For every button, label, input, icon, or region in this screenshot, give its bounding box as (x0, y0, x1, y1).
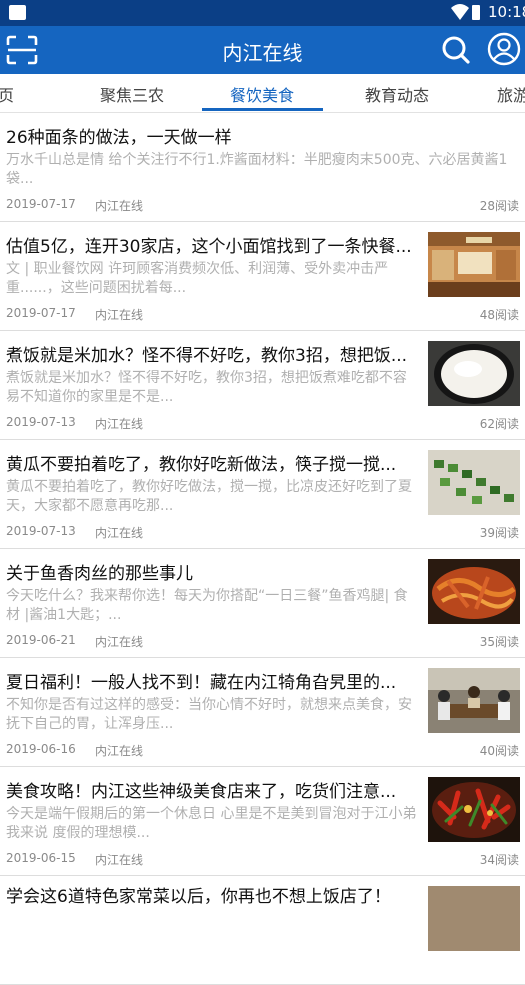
article-title: 关于鱼香肉丝的那些事儿 (6, 564, 193, 584)
tab-agriculture[interactable]: 聚焦三农 (100, 82, 164, 106)
article-source: 内江在线 (95, 308, 144, 322)
article-read-count: 35阅读 (479, 635, 519, 649)
article-thumbnail-pork (428, 559, 520, 624)
article-item[interactable]: 26种面条的做法，一天做一样 万水千山总是情 给个关注行不行1.炸酱面材料：半肥… (0, 113, 525, 222)
article-date: 2019-06-15 (6, 851, 76, 865)
app-bar: 内江在线 (0, 26, 525, 74)
article-summary: 煮饭就是米加水？怪不得不好吃，教你3招，想把饭煮难吃都不容易不知道你的家里是不是… (6, 370, 407, 405)
article-date: 2019-07-13 (6, 415, 76, 429)
article-title: 夏日福利！一般人找不到！藏在内江犄角旮旯里的... (6, 673, 397, 693)
article-item[interactable]: 关于鱼香肉丝的那些事儿 今天吃什么？我来帮你选！每天为你搭配“一日三餐”鱼香鸡腿… (0, 549, 525, 658)
article-list: 26种面条的做法，一天做一样 万水千山总是情 给个关注行不行1.炸酱面材料：半肥… (0, 113, 525, 985)
article-read-count: 62阅读 (479, 417, 519, 431)
article-read-count: 40阅读 (479, 744, 519, 758)
article-thumbnail (428, 886, 520, 951)
article-read-count: 48阅读 (479, 308, 519, 322)
article-thumbnail-diners (428, 668, 520, 733)
tab-food[interactable]: 餐饮美食 (230, 82, 294, 106)
article-title: 26种面条的做法，一天做一样 (6, 128, 232, 148)
article-item[interactable]: 煮饭就是米加水？怪不得不好吃，教你3招，想把饭... 煮饭就是米加水？怪不得不好… (0, 331, 525, 440)
article-summary: 万水千山总是情 给个关注行不行1.炸酱面材料：半肥瘦肉末500克、六必居黄酱1袋… (6, 152, 508, 187)
article-item[interactable]: 美食攻略！内江这些神级美食店来了，吃货们注意... 今天是端午假期后的第一个休息… (0, 767, 525, 876)
article-summary: 黄瓜不要拍着吃了，教你好吃做法，搅一搅，比凉皮还好吃到了夏天，大家都不愿意再吃那… (6, 479, 412, 514)
article-date: 2019-07-13 (6, 524, 76, 538)
article-read-count: 34阅读 (479, 853, 519, 867)
sim-card-icon (9, 5, 26, 20)
article-read-count: 28阅读 (479, 199, 519, 213)
article-date: 2019-07-17 (6, 306, 76, 320)
article-date: 2019-07-17 (6, 197, 76, 211)
search-icon[interactable] (440, 34, 472, 66)
article-title: 学会这6道特色家常菜以后，你再也不想上饭店了！ (6, 887, 391, 907)
article-source: 内江在线 (95, 526, 144, 540)
active-tab-indicator (202, 108, 323, 111)
article-source: 内江在线 (95, 853, 144, 867)
tab-travel[interactable]: 旅游 (497, 82, 525, 106)
status-time: 10:18 (488, 3, 525, 21)
article-item[interactable]: 学会这6道特色家常菜以后，你再也不想上饭店了！ (0, 876, 525, 985)
wifi-icon (451, 4, 469, 20)
article-title: 美食攻略！内江这些神级美食店来了，吃货们注意... (6, 782, 397, 802)
article-title: 黄瓜不要拍着吃了，教你好吃新做法，筷子搅一搅... (6, 455, 397, 475)
article-summary: 今天是端午假期后的第一个休息日 心里是不是美到冒泡对于江小弟我来说 度假的理想模… (6, 806, 417, 841)
article-item[interactable]: 估值5亿，连开30家店，这个小面馆找到了一条快餐... 文 | 职业餐饮网 许珂… (0, 222, 525, 331)
tab-home[interactable]: 页 (0, 82, 14, 106)
category-tabs: 页 聚焦三农 餐饮美食 教育动态 旅游 (0, 74, 525, 113)
article-summary: 不知你是否有过这样的感受：当你心情不好时，就想来点美食，安抚下自己的胃，让浑身压… (6, 697, 412, 732)
article-source: 内江在线 (95, 417, 144, 431)
article-thumbnail-cucumber (428, 450, 520, 515)
article-date: 2019-06-21 (6, 633, 76, 647)
status-bar: 10:18 (0, 0, 525, 26)
article-summary: 文 | 职业餐饮网 许珂顾客消费频次低、利润薄、受外卖冲击严重......，这些… (6, 261, 389, 296)
battery-icon (472, 5, 480, 20)
article-summary: 今天吃什么？我来帮你选！每天为你搭配“一日三餐”鱼香鸡腿| 食材 |酱油1大匙；… (6, 588, 408, 623)
article-item[interactable]: 夏日福利！一般人找不到！藏在内江犄角旮旯里的... 不知你是否有过这样的感受：当… (0, 658, 525, 767)
article-thumbnail-rice (428, 341, 520, 406)
article-source: 内江在线 (95, 635, 144, 649)
article-source: 内江在线 (95, 199, 144, 213)
article-title: 估值5亿，连开30家店，这个小面馆找到了一条快餐... (6, 237, 412, 257)
article-item[interactable]: 黄瓜不要拍着吃了，教你好吃新做法，筷子搅一搅... 黄瓜不要拍着吃了，教你好吃做… (0, 440, 525, 549)
user-avatar-icon[interactable] (487, 32, 521, 66)
article-date: 2019-06-16 (6, 742, 76, 756)
article-source: 内江在线 (95, 744, 144, 758)
article-thumbnail-restaurant (428, 232, 520, 297)
article-title: 煮饭就是米加水？怪不得不好吃，教你3招，想把饭... (6, 346, 408, 366)
article-read-count: 39阅读 (479, 526, 519, 540)
article-thumbnail-spicy-dish (428, 777, 520, 842)
tab-education[interactable]: 教育动态 (365, 82, 429, 106)
